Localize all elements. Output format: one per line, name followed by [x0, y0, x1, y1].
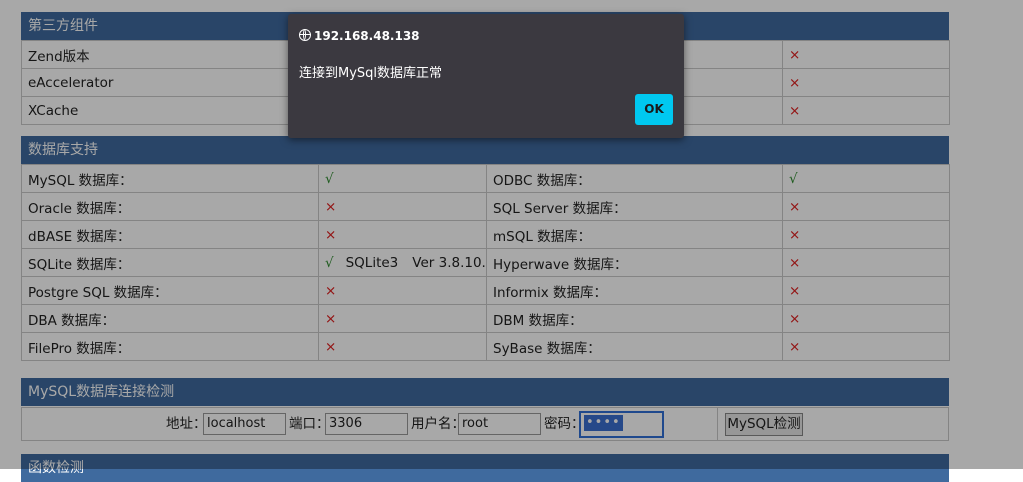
alert-dialog: 192.168.48.138 连接到MySql数据库正常 OK [288, 14, 684, 138]
ok-button[interactable]: OK [635, 94, 673, 125]
globe-icon [299, 29, 311, 41]
dialog-message: 连接到MySql数据库正常 [299, 66, 443, 81]
dialog-origin: 192.168.48.138 [299, 29, 420, 43]
dialog-origin-text: 192.168.48.138 [314, 29, 420, 43]
